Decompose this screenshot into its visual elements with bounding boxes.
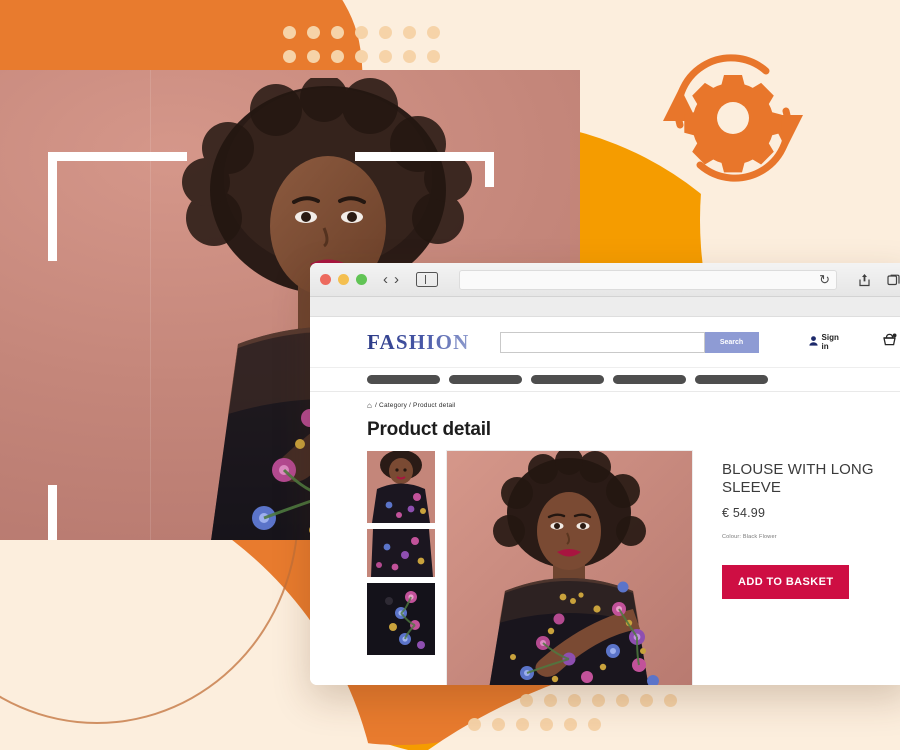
nav-pill-2[interactable] <box>449 375 522 384</box>
search-input[interactable] <box>499 331 705 353</box>
product-main-image[interactable] <box>447 451 692 685</box>
thumbnail-list <box>367 451 435 685</box>
shopping-basket-icon <box>881 332 898 352</box>
nav-pill-5[interactable] <box>695 375 768 384</box>
search-button[interactable]: Search <box>704 331 759 353</box>
site-logo[interactable]: FASHION <box>367 330 470 355</box>
poster-canvas: ‹ › ↻ FASHION Search Sign in ⌂ / Categor… <box>0 0 900 750</box>
dot-pattern-bottom <box>468 718 601 731</box>
site-search: Search <box>499 331 759 353</box>
share-icon[interactable] <box>858 273 871 287</box>
close-window-button[interactable] <box>320 274 331 285</box>
nav-pill-3[interactable] <box>531 375 604 384</box>
address-bar[interactable]: ↻ <box>459 269 837 290</box>
user-icon <box>808 336 818 348</box>
cart-button[interactable] <box>881 332 898 352</box>
breadcrumb[interactable]: ⌂ / Category / Product detail <box>367 401 894 410</box>
thumbnail-2[interactable] <box>367 529 435 577</box>
add-to-basket-button[interactable]: ADD TO BASKET <box>722 565 850 600</box>
sidebar-toggle-icon[interactable] <box>416 272 438 287</box>
nav-pill-4[interactable] <box>613 375 686 384</box>
browser-window: ‹ › ↻ FASHION Search Sign in ⌂ / Categor… <box>310 263 900 685</box>
tabs-icon[interactable] <box>887 273 900 286</box>
nav-pill-1[interactable] <box>367 375 440 384</box>
dot-pattern-top <box>283 26 440 63</box>
product-detail: BLOUSE WITH LONG SLEEVE € 54.99 Colour: … <box>367 451 894 685</box>
reload-icon[interactable]: ↻ <box>819 273 830 286</box>
dot-pattern-bottom-right <box>520 694 677 707</box>
browser-bookmark-strip <box>310 297 900 317</box>
breadcrumb-path: / Category / Product detail <box>375 402 456 409</box>
browser-chrome-toolbar: ‹ › ↻ <box>310 263 900 297</box>
thumbnail-3[interactable] <box>367 583 435 655</box>
page-body: ⌂ / Category / Product detail Product de… <box>310 392 900 685</box>
product-colour: Colour: Black Flower <box>722 534 777 541</box>
thumbnail-1[interactable] <box>367 451 435 523</box>
site-nav[interactable] <box>310 367 900 392</box>
minimize-window-button[interactable] <box>338 274 349 285</box>
sign-in-label: Sign in <box>821 333 839 351</box>
product-info: BLOUSE WITH LONG SLEEVE € 54.99 Colour: … <box>704 451 887 685</box>
page-title: Product detail <box>367 419 491 440</box>
back-button[interactable]: ‹ <box>383 272 388 287</box>
home-icon[interactable]: ⌂ <box>367 401 372 410</box>
forward-button[interactable]: › <box>394 272 399 287</box>
gear-sync-icon <box>648 45 818 190</box>
product-price: € 54.99 <box>722 506 766 521</box>
product-title: BLOUSE WITH LONG SLEEVE <box>722 461 874 496</box>
zoom-window-button[interactable] <box>356 274 367 285</box>
sign-in-link[interactable]: Sign in <box>808 333 839 351</box>
window-controls[interactable] <box>320 274 367 285</box>
site-header: FASHION Search Sign in <box>310 317 900 367</box>
